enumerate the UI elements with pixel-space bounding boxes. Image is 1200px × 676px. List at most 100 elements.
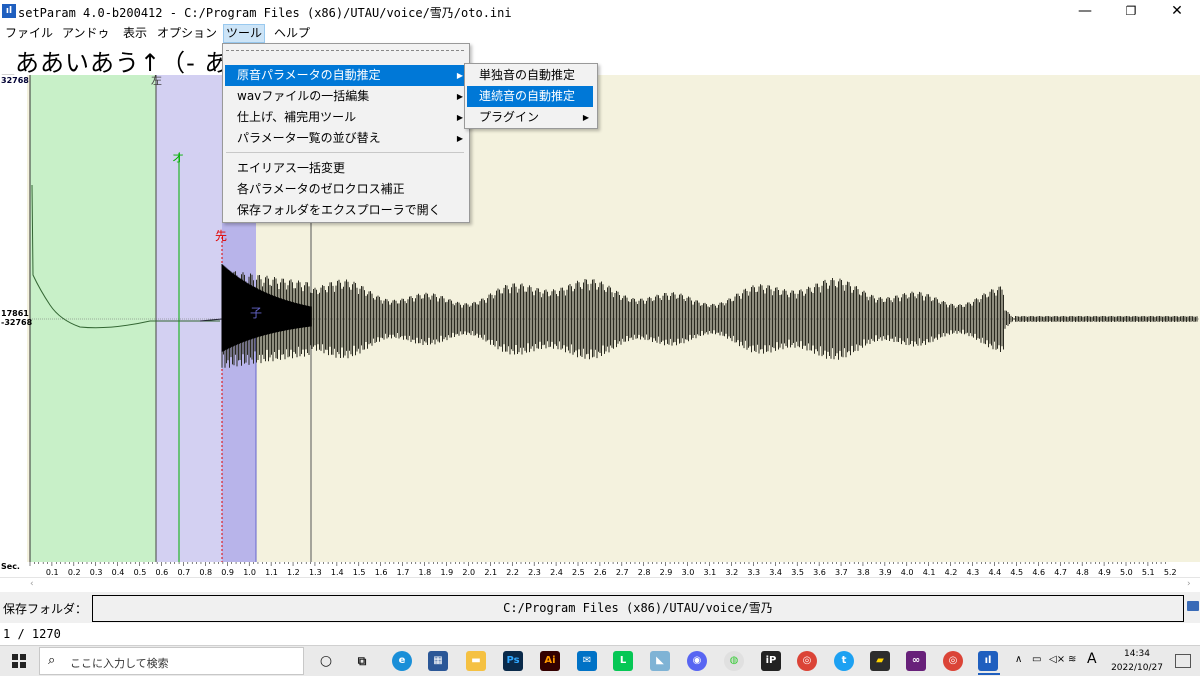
minimize-button[interactable]: —: [1062, 0, 1108, 23]
ibispaint-icon[interactable]: iP: [761, 651, 781, 671]
ruler-tick-label: 5.0: [1120, 568, 1133, 577]
menu-wav-batch-edit[interactable]: wavファイルの一括編集 ▶: [225, 86, 467, 107]
explorer-icon[interactable]: ▬: [466, 651, 486, 671]
menu-undo[interactable]: アンドゥ: [60, 25, 112, 42]
menu-separator: [226, 152, 464, 153]
close-button[interactable]: ✕: [1154, 0, 1200, 23]
menu-options[interactable]: オプション: [155, 25, 219, 42]
app-icon-2[interactable]: ◍: [724, 651, 744, 671]
ruler-tick-label: 1.9: [440, 568, 453, 577]
visual-studio-icon[interactable]: ∞: [906, 651, 926, 671]
ruler-tick-label: 4.1: [923, 568, 936, 577]
clock[interactable]: 14:34 2022/10/27: [1110, 647, 1164, 675]
ruler-tick-label: 0.6: [156, 568, 169, 577]
ruler-tick-label: 1.0: [243, 568, 256, 577]
twitter-icon[interactable]: t: [834, 651, 854, 671]
ruler-ticks: 0.1 0.2 0.3 0.4 0.5 0.6 0.7 0.8 0.9 1.0 1.1 1.2 1.3 1…: [29, 562, 1177, 577]
scale-top: 32768: [1, 76, 29, 85]
menu-open-folder[interactable]: 保存フォルダをエクスプローラで開く: [225, 200, 467, 221]
menu-single-estimate[interactable]: 単独音の自動推定: [467, 65, 593, 86]
menu-tools[interactable]: ツール: [223, 24, 266, 43]
menu-finishing-tools[interactable]: 仕上げ、補完用ツール ▶: [225, 107, 467, 128]
ruler-tick-label: 1.4: [331, 568, 344, 577]
submenu-arrow-icon: ▶: [582, 113, 589, 122]
discord-icon[interactable]: ◉: [687, 651, 707, 671]
taskbar: ⌕ ここに入力して検索 ○ ⧉ e ▦ ▬ Ps Ai ✉ L ◣ ◉ ◍ iP…: [0, 645, 1200, 676]
photoshop-icon[interactable]: Ps: [503, 651, 523, 671]
clock-time: 14:34: [1124, 649, 1150, 659]
search-icon: ⌕: [48, 653, 56, 668]
ruler-tick-label: 3.3: [747, 568, 760, 577]
menu-zero-cross[interactable]: 各パラメータのゼロクロス補正: [225, 179, 467, 200]
overlap-region: [156, 75, 222, 562]
volume-icon[interactable]: ◁×: [1049, 654, 1065, 665]
ruler-tick-label: 3.0: [682, 568, 695, 577]
auto-estimate-submenu: 単独音の自動推定 連続音の自動推定 プラグイン ▶: [464, 63, 598, 129]
ruler-tick-label: 3.8: [857, 568, 870, 577]
maximize-button[interactable]: ❐: [1108, 0, 1154, 23]
menu-alias-batch-change[interactable]: エイリアス一括変更: [225, 158, 467, 179]
left-marker-label: 左: [151, 75, 162, 87]
notes-icon[interactable]: ▰: [870, 651, 890, 671]
setparam-icon[interactable]: ıl: [2, 4, 16, 18]
ruler-tick-label: 0.4: [112, 568, 125, 577]
menu-continuous-estimate[interactable]: 連続音の自動推定: [467, 86, 593, 107]
ruler-tick-label: 2.4: [550, 568, 563, 577]
submenu-arrow-icon: ▶: [456, 134, 463, 143]
scroll-right-icon[interactable]: ›: [1187, 579, 1191, 589]
app-icon-1[interactable]: ◣: [650, 651, 670, 671]
ruler-tick-label: 0.7: [177, 568, 190, 577]
ime-indicator[interactable]: A: [1087, 651, 1097, 667]
horizontal-scrollbar[interactable]: ‹ ›: [0, 577, 1200, 593]
notification-icon[interactable]: [1175, 654, 1191, 668]
ruler-tick-label: 5.2: [1164, 568, 1177, 577]
menu-help[interactable]: ヘルプ: [272, 25, 312, 42]
scale-mid-bottom: -32768: [1, 318, 33, 327]
menu-view[interactable]: 表示: [121, 25, 149, 42]
ruler-tick-label: 3.5: [791, 568, 804, 577]
ruler-tick-label: 2.5: [572, 568, 585, 577]
menu-wav-batch-edit-label: wavファイルの一括編集: [237, 89, 370, 103]
waveform-canvas[interactable]: 左 オ 先 子: [0, 75, 1200, 562]
chrome-alt-icon[interactable]: ◎: [943, 651, 963, 671]
windows-start-icon[interactable]: [12, 654, 26, 668]
mail-icon[interactable]: ✉: [577, 651, 597, 671]
overlap-marker-label: オ: [172, 151, 184, 165]
ruler-tick-label: 2.7: [616, 568, 629, 577]
ruler-tick-label: 3.9: [879, 568, 892, 577]
wifi-icon[interactable]: ≋: [1068, 654, 1076, 665]
ruler-tick-label: 0.9: [221, 568, 234, 577]
menu-bar: ファイル アンドゥ 表示 オプション ツール ヘルプ: [0, 23, 1200, 43]
ruler-tick-label: 1.3: [309, 568, 322, 577]
tools-menu: 原音パラメータの自動推定 ▶ wavファイルの一括編集 ▶ 仕上げ、補完用ツール…: [222, 43, 470, 223]
chrome-icon[interactable]: ◎: [797, 651, 817, 671]
line-icon[interactable]: L: [613, 651, 633, 671]
edge-icon[interactable]: e: [392, 651, 412, 671]
ruler-tick-label: 5.1: [1142, 568, 1155, 577]
store-icon[interactable]: ▦: [428, 651, 448, 671]
ruler-tick-label: 3.7: [835, 568, 848, 577]
waveform: [221, 264, 1198, 368]
ruler-tick-label: 1.1: [265, 568, 278, 577]
submenu-arrow-icon: ▶: [456, 92, 463, 101]
task-view-icon[interactable]: ⧉: [352, 651, 372, 671]
taskbar-search[interactable]: ⌕ ここに入力して検索: [39, 647, 304, 675]
setparam-taskbar-icon[interactable]: ıl: [978, 651, 998, 671]
tray-expand-icon[interactable]: ∧: [1015, 654, 1022, 665]
folder-icon[interactable]: [1187, 601, 1199, 611]
waveform-area[interactable]: 左 オ 先 子: [0, 75, 1200, 562]
menu-file[interactable]: ファイル: [3, 25, 55, 42]
menu-plugin[interactable]: プラグイン ▶: [467, 107, 593, 128]
illustrator-icon[interactable]: Ai: [540, 651, 560, 671]
ruler-tick-label: 4.7: [1054, 568, 1067, 577]
menu-sort-parameters[interactable]: パラメータ一覧の並び替え ▶: [225, 128, 467, 149]
cortana-icon[interactable]: ○: [316, 651, 336, 671]
battery-icon[interactable]: ▭: [1032, 654, 1041, 665]
ruler-tick-label: 3.4: [769, 568, 782, 577]
ruler-tick-label: 2.3: [528, 568, 541, 577]
menu-auto-estimate[interactable]: 原音パラメータの自動推定 ▶: [225, 65, 467, 86]
ruler-tick-label: 2.2: [506, 568, 519, 577]
ruler-tick-label: 3.6: [813, 568, 826, 577]
save-folder-field[interactable]: C:/Program Files (x86)/UTAU/voice/雪乃: [92, 595, 1184, 622]
scroll-left-icon[interactable]: ‹: [30, 579, 34, 589]
